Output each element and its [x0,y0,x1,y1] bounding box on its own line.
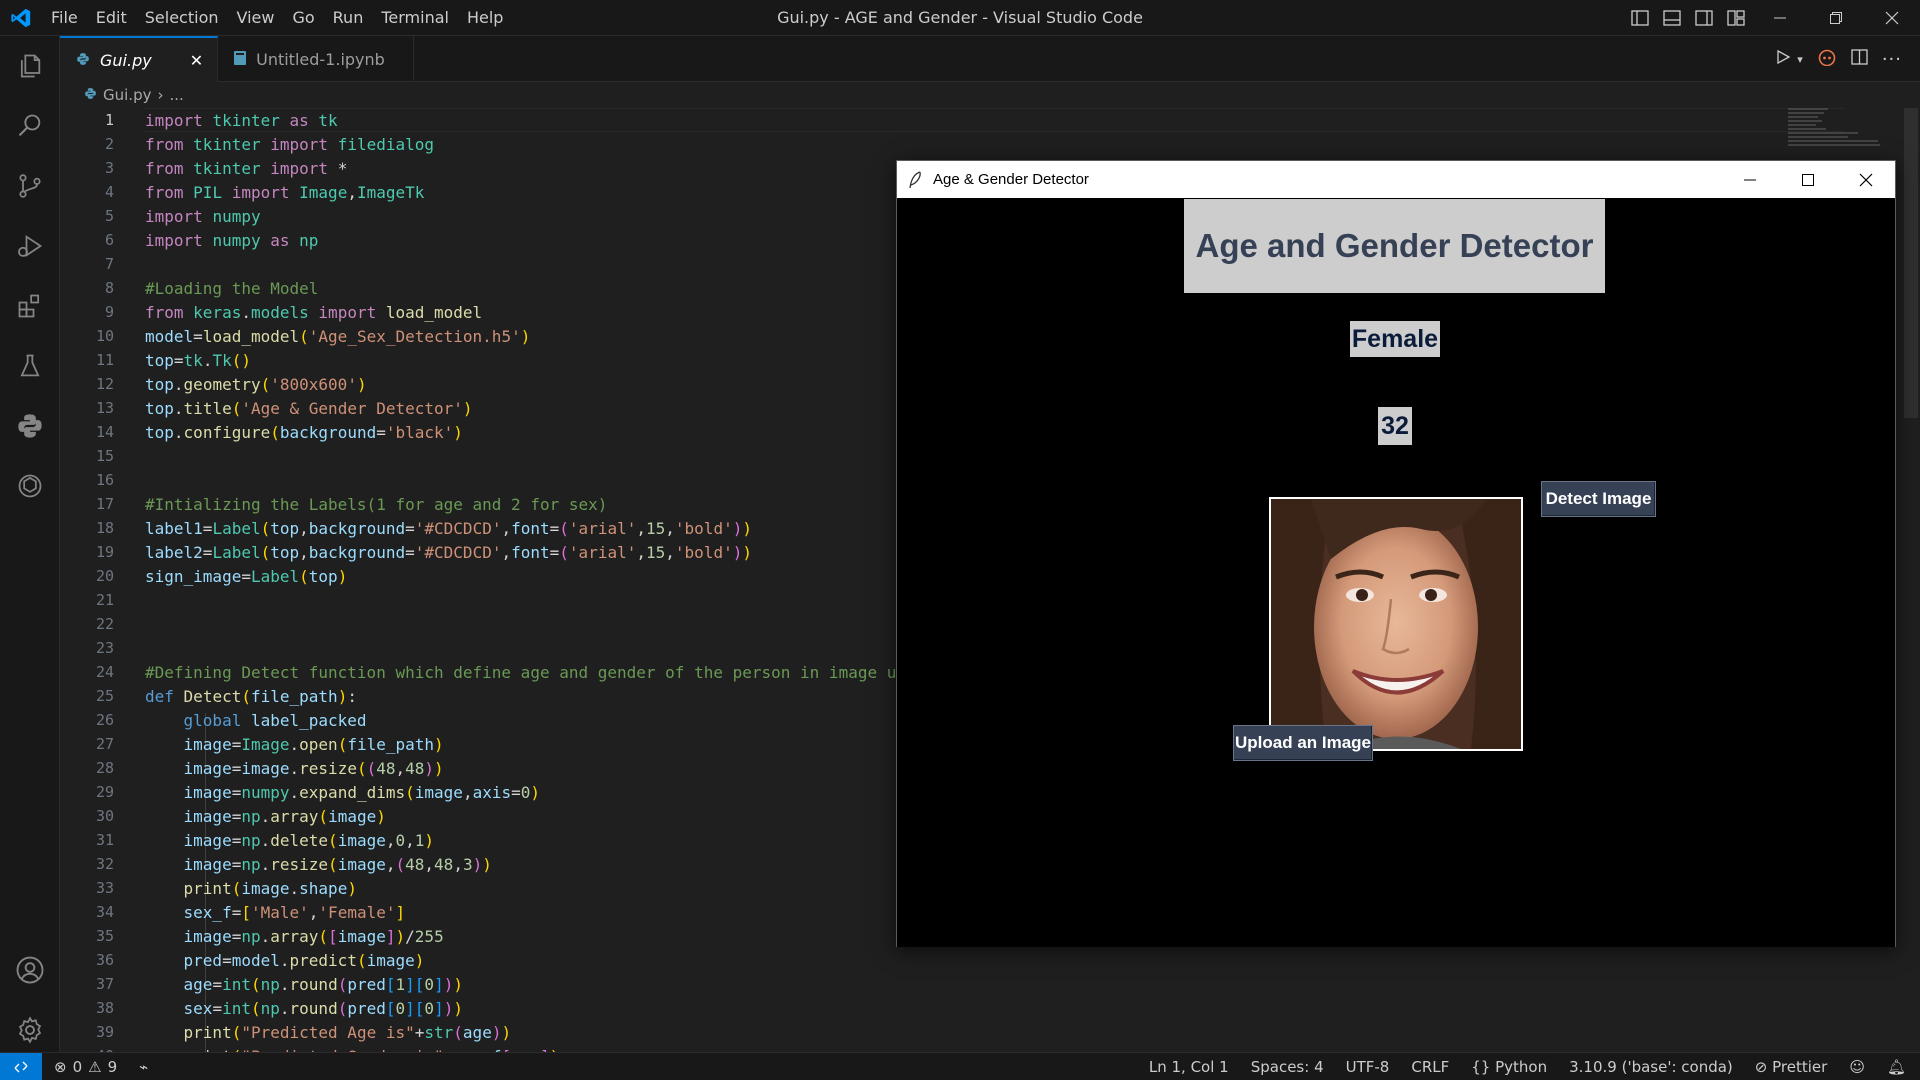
search-icon[interactable] [0,96,60,156]
tab-close-icon[interactable]: ✕ [190,51,203,70]
code-line: 36 pred=model.predict(image) [95,950,425,970]
minimap[interactable] [1788,108,1888,168]
menu-view[interactable]: View [228,0,284,36]
prettier-disabled-icon: ⊘ [1754,1057,1768,1076]
toggle-secondary-sidebar-icon[interactable] [1688,0,1720,36]
debug-icon[interactable]: ⌁ [139,1058,148,1076]
tk-app-body: Age and Gender Detector Female 32 Detect… [897,199,1895,947]
editor-tabs: Gui.py ✕ Untitled-1.ipynb [60,36,1920,82]
code-line: 37 age=int(np.round(pred[1][0])) [95,974,463,994]
tk-title-bar: Age & Gender Detector [897,161,1895,198]
code-line: 1 import tkinter as tk [104,110,338,130]
run-debug-icon[interactable] [0,216,60,276]
tab-gui-py[interactable]: Gui.py ✕ [60,36,219,82]
vscode-logo-icon [0,0,42,36]
problems-indicator[interactable]: ⊗ 0 ⚠ 9 ⌁ [54,1058,148,1076]
tk-minimize-icon[interactable] [1721,161,1779,198]
code-line: 39 print("Predicted Age is"+str(age)) [95,1022,512,1042]
uploaded-face-image [1269,497,1523,751]
tab-label: Untitled-1.ipynb [256,49,385,69]
source-control-icon[interactable] [0,156,60,216]
extensions-icon[interactable] [0,276,60,336]
customize-layout-icon[interactable] [1720,0,1752,36]
breadcrumb: Gui.py › ... [84,84,184,106]
notifications-bell-icon[interactable]: 🔔︎ [1887,1058,1906,1076]
menu-selection[interactable]: Selection [136,0,228,36]
title-bar: File Edit Selection View Go Run Terminal… [0,0,1920,36]
tk-feather-icon [897,170,933,189]
menu-terminal[interactable]: Terminal [372,0,458,36]
toggle-panel-icon[interactable] [1656,0,1688,36]
breadcrumb-symbol[interactable]: ... [169,86,183,104]
line-ending[interactable]: CRLF [1411,1058,1449,1076]
vertical-scrollbar[interactable] [1904,108,1918,418]
split-editor-icon[interactable] [1851,49,1868,69]
language-mode[interactable]: {} Python [1471,1058,1547,1076]
toggle-primary-sidebar-icon[interactable] [1624,0,1656,36]
gender-label: Female [1350,321,1440,357]
notebook-file-icon [234,50,247,69]
activity-bar [0,36,60,1052]
age-label: 32 [1378,407,1412,445]
warning-count: 9 [107,1057,118,1076]
menu-help[interactable]: Help [458,0,512,36]
restore-icon[interactable] [1808,0,1864,36]
tk-app-window: Age & Gender Detector Age and Gender Det… [896,160,1896,947]
accounts-icon[interactable] [0,940,60,1000]
tab-untitled-ipynb[interactable]: Untitled-1.ipynb [218,36,414,82]
indentation[interactable]: Spaces: 4 [1251,1058,1324,1076]
breadcrumb-file[interactable]: Gui.py [103,86,151,104]
close-icon[interactable] [1864,0,1920,36]
title-bar-controls [1624,0,1920,36]
tk-close-icon[interactable] [1837,161,1895,198]
remote-indicator-icon[interactable] [0,1052,42,1080]
tk-window-controls [1721,161,1895,198]
cursor-position[interactable]: Ln 1, Col 1 [1149,1058,1229,1076]
chevron-right-icon: › [157,86,164,104]
menu-bar: File Edit Selection View Go Run Terminal… [42,0,512,36]
detect-image-button[interactable]: Detect Image [1541,481,1656,517]
tk-window-title: Age & Gender Detector [933,171,1089,188]
upload-image-button[interactable]: Upload an Image [1233,725,1373,761]
menu-file[interactable]: File [42,0,87,36]
editor-actions: ▾ ··· [1775,36,1902,82]
error-count: 0 [72,1057,83,1076]
tk-maximize-icon[interactable] [1779,161,1837,198]
explorer-icon[interactable] [0,36,60,96]
chatgpt-icon[interactable] [0,456,60,516]
menu-run[interactable]: Run [324,0,373,36]
run-python-file-icon[interactable] [1775,49,1791,69]
python-icon[interactable] [0,396,60,456]
tab-label: Gui.py [100,50,152,70]
code-line: 2 from tkinter import filedialog [104,134,435,154]
menu-go[interactable]: Go [283,0,323,36]
feedback-icon[interactable]: ☺ [1849,1058,1865,1076]
app-heading: Age and Gender Detector [1184,199,1605,293]
chevron-down-icon[interactable]: ▾ [1797,53,1803,66]
testing-icon[interactable] [0,336,60,396]
code-line: 38 sex=int(np.round(pred[0][0])) [95,998,463,1018]
code-line: 40 print("Predicted Gender is"+sex_f[sex… [60,1044,1920,1053]
braces-icon: {} [1471,1057,1491,1076]
encoding[interactable]: UTF-8 [1346,1058,1390,1076]
python-file-icon [84,86,97,104]
status-right: Ln 1, Col 1 Spaces: 4 UTF-8 CRLF {} Pyth… [1149,1058,1906,1076]
status-bar: ⊗ 0 ⚠ 9 ⌁ Ln 1, Col 1 Spaces: 4 UTF-8 CRLF… [0,1052,1920,1080]
settings-gear-icon[interactable] [0,1000,60,1060]
warning-icon: ⚠ [88,1057,102,1076]
prettier-status[interactable]: ⊘ Prettier [1755,1058,1828,1076]
menu-edit[interactable]: Edit [87,0,136,36]
minimize-icon[interactable] [1752,0,1808,36]
python-interpreter[interactable]: 3.10.9 ('base': conda) [1569,1058,1733,1076]
more-actions-icon[interactable]: ··· [1882,49,1902,70]
python-file-icon [76,51,90,70]
copilot-icon[interactable] [1817,48,1837,70]
error-icon: ⊗ [54,1057,67,1076]
